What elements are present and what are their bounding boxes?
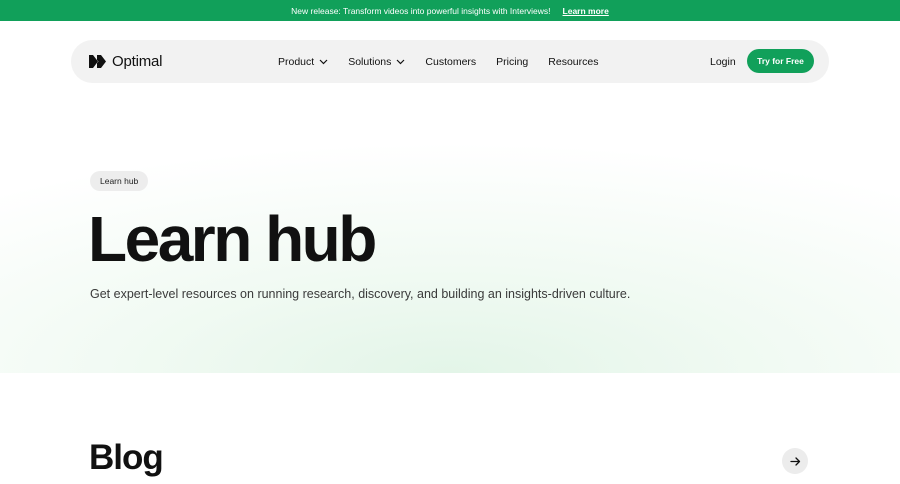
learn-hub-pill: Learn hub	[90, 171, 149, 191]
nav-item-product[interactable]: Product	[278, 56, 328, 68]
nav-item-label: Customers	[425, 55, 477, 68]
brand-name: Optimal	[112, 53, 163, 70]
blog-next-button[interactable]	[782, 448, 808, 474]
announcement-bar: New release: Transform videos into power…	[0, 0, 900, 21]
nav-item-label: Solutions	[348, 55, 392, 68]
announcement-text: New release: Transform videos into power…	[291, 5, 551, 16]
page-title: Learn hub	[88, 203, 377, 275]
nav-item-solutions[interactable]: Solutions	[348, 56, 405, 68]
nav-item-label: Resources	[548, 55, 599, 68]
chevron-down-icon	[396, 59, 405, 64]
login-link[interactable]: Login	[710, 40, 736, 83]
nav-item-label: Product	[278, 55, 315, 68]
nav-item-pricing[interactable]: Pricing	[496, 56, 528, 68]
try-for-free-button[interactable]: Try for Free	[747, 49, 814, 73]
nav-item-resources[interactable]: Resources	[548, 56, 598, 68]
nav-links: Product Solutions Customers Pricing Reso…	[278, 40, 618, 83]
nav-item-customers[interactable]: Customers	[425, 56, 476, 68]
brand-logo[interactable]: Optimal	[89, 52, 162, 71]
arrow-right-icon	[789, 456, 800, 466]
chevron-down-icon	[319, 59, 328, 64]
nav-item-label: Pricing	[496, 55, 529, 68]
optimal-logo-icon	[89, 55, 106, 68]
top-nav: Optimal Product Solutions Customers Pric…	[71, 40, 829, 83]
blog-section-title: Blog	[89, 438, 164, 477]
page-subtitle: Get expert-level resources on running re…	[90, 287, 631, 301]
announcement-learn-more-link[interactable]: Learn more	[563, 6, 609, 16]
